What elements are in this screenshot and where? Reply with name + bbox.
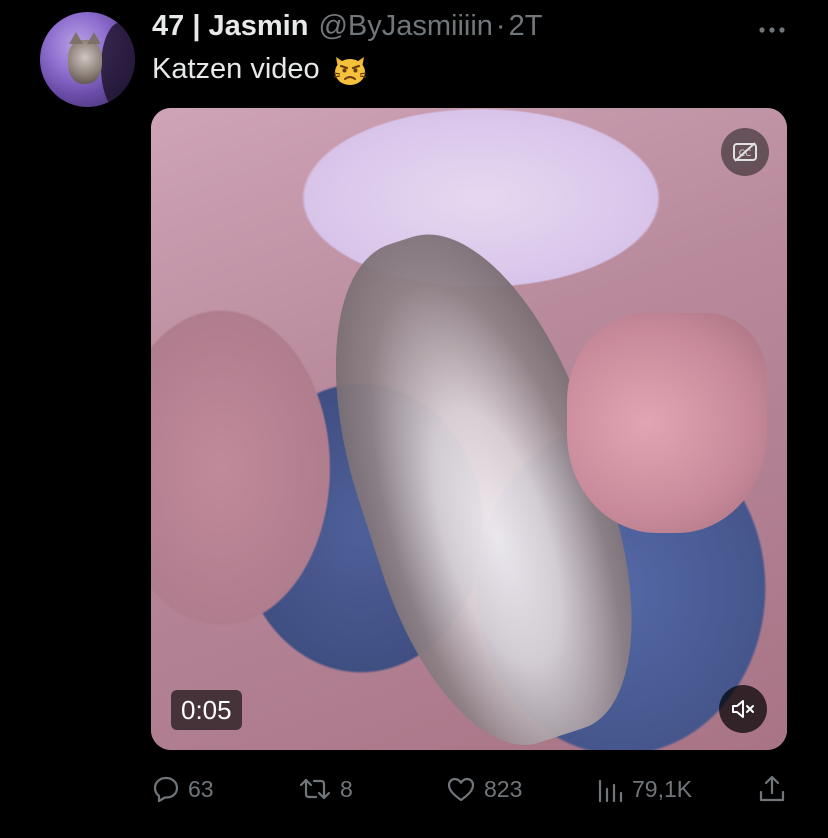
like-button[interactable]: 823 bbox=[446, 770, 522, 808]
reply-button[interactable]: 63 bbox=[152, 770, 214, 808]
avatar-cat-image bbox=[68, 32, 102, 84]
views-button[interactable]: 79,1K bbox=[596, 770, 692, 808]
author-handle[interactable]: @ByJasmiiiin bbox=[318, 10, 492, 43]
retweet-count: 8 bbox=[340, 775, 353, 802]
author-name[interactable]: 47 | Jasmin bbox=[152, 10, 308, 43]
header-separator: · bbox=[495, 9, 506, 42]
video-timestamp: 0:05 bbox=[171, 690, 242, 730]
tweet-time[interactable]: 2T bbox=[509, 10, 543, 43]
heart-icon bbox=[447, 777, 475, 802]
avatar[interactable] bbox=[40, 12, 135, 107]
tweet-actions: 63 8 823 79,1K bbox=[152, 770, 788, 808]
captions-button[interactable]: CC bbox=[721, 128, 769, 176]
tweet-header: 47 | Jasmin @ByJasmiiiin · 2T bbox=[152, 6, 542, 46]
like-count: 823 bbox=[484, 775, 523, 802]
retweet-button[interactable]: 8 bbox=[298, 770, 353, 808]
reply-icon bbox=[153, 776, 179, 803]
more-options-button[interactable] bbox=[758, 10, 786, 41]
reply-count: 63 bbox=[188, 775, 214, 802]
share-button[interactable] bbox=[758, 770, 786, 808]
tweet-text: Katzen video bbox=[152, 51, 368, 87]
pouting-cat-emoji-icon bbox=[333, 57, 366, 85]
avatar-shade bbox=[101, 22, 135, 107]
svg-text:CC: CC bbox=[739, 149, 752, 159]
video-player[interactable]: CC 0:05 bbox=[151, 108, 787, 750]
views-bar-chart-icon bbox=[598, 779, 623, 803]
captions-off-icon: CC bbox=[733, 142, 757, 162]
mute-button[interactable] bbox=[719, 685, 767, 733]
volume-muted-icon bbox=[732, 700, 754, 718]
views-count: 79,1K bbox=[632, 775, 693, 802]
tweet-text-content: Katzen video bbox=[152, 52, 320, 85]
share-icon bbox=[759, 775, 785, 802]
video-hand bbox=[567, 313, 767, 533]
more-horizontal-icon bbox=[759, 27, 785, 33]
retweet-icon bbox=[299, 778, 331, 800]
